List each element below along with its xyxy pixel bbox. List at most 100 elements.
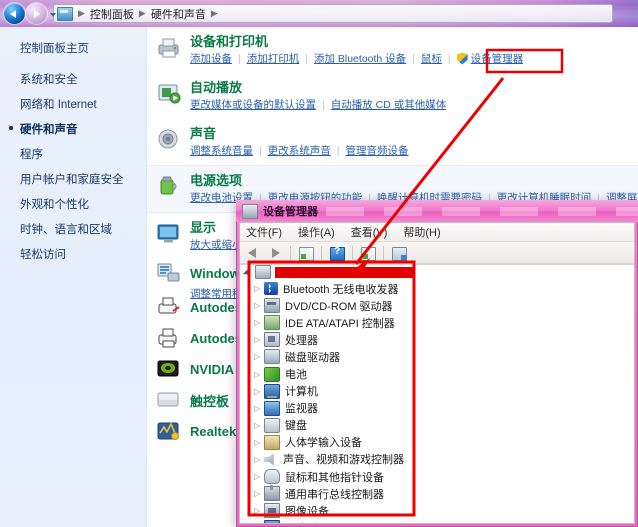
sidebar-item-home[interactable]: 控制面板主页 xyxy=(20,40,146,56)
expand-caret-icon[interactable]: ▷ xyxy=(254,455,263,464)
breadcrumb-separator-icon: ▶ xyxy=(78,8,85,18)
link-separator: | xyxy=(447,52,451,65)
tree-item-label: 监视器 xyxy=(285,403,318,416)
forward-button[interactable] xyxy=(26,3,47,24)
tree-item-usb-controllers[interactable]: ▷ 通用串行总线控制器 xyxy=(250,485,630,502)
applet-label: Realtek xyxy=(190,424,237,439)
tree-item-battery[interactable]: ▷ 电池 xyxy=(250,365,630,382)
menu-file[interactable]: 文件(F) xyxy=(246,224,282,240)
link-change-default-settings[interactable]: 更改媒体或设备的默认设置 xyxy=(190,97,316,112)
expand-caret-icon[interactable]: ▷ xyxy=(254,404,263,413)
expand-caret-icon[interactable]: ▷ xyxy=(254,318,263,327)
expand-caret-icon[interactable]: ▷ xyxy=(254,387,263,396)
link-zoom[interactable]: 放大或缩小 xyxy=(190,237,243,252)
menubar: 文件(F) 操作(A) 查看(V) 帮助(H) xyxy=(240,223,634,242)
link-adjust-volume[interactable]: 调整系统音量 xyxy=(190,143,253,158)
sound-icon xyxy=(264,453,274,466)
expand-caret-icon[interactable]: ▷ xyxy=(254,370,263,379)
expand-caret-icon[interactable]: ▷ xyxy=(254,301,263,310)
menu-action[interactable]: 操作(A) xyxy=(298,224,335,240)
link-add-printer[interactable]: 添加打印机 xyxy=(247,51,300,66)
link-manage-audio-devices[interactable]: 管理音频设备 xyxy=(345,143,408,158)
properties-icon[interactable] xyxy=(297,244,315,262)
toolbar xyxy=(240,242,634,264)
link-add-device[interactable]: 添加设备 xyxy=(190,51,232,66)
group-autoplay: 自动播放 更改媒体或设备的默认设置 | 自动播放 CD 或其他媒体 xyxy=(147,73,638,119)
device-manager-titlebar[interactable]: 设备管理器 xyxy=(236,200,638,222)
sidebar-item-ease-of-access[interactable]: 轻松访问 xyxy=(20,246,146,262)
help-icon[interactable] xyxy=(328,244,346,262)
update-driver-icon[interactable] xyxy=(359,244,377,262)
tree-item-disk-drives[interactable]: ▷ 磁盘驱动器 xyxy=(250,348,630,365)
tree-item-label: 网络适配器 xyxy=(285,520,340,524)
dvd-drive-icon xyxy=(264,298,280,314)
tree-item-label: 声音、视频和游戏控制器 xyxy=(283,454,404,467)
tree-root-node[interactable] xyxy=(240,265,634,279)
navigation-buttons xyxy=(4,3,56,24)
tree-item-hid[interactable]: ▷ 人体学输入设备 xyxy=(250,434,630,451)
scan-hardware-icon[interactable] xyxy=(390,244,408,262)
titlebar-buttons-area xyxy=(326,206,638,216)
tree-item-label: 处理器 xyxy=(285,334,318,347)
link-add-bluetooth-device[interactable]: 添加 Bluetooth 设备 xyxy=(314,51,406,66)
tree-item-ide-controller[interactable]: ▷ IDE ATA/ATAPI 控制器 xyxy=(250,314,630,331)
device-manager-client-area: 文件(F) 操作(A) 查看(V) 帮助(H) ? ▷ Bluetooth 无线… xyxy=(239,222,635,524)
expand-caret-icon[interactable]: ▷ xyxy=(254,284,263,293)
link-mouse[interactable]: 鼠标 xyxy=(421,51,442,66)
tree-item-dvd-cdrom[interactable]: ▷ DVD/CD-ROM 驱动器 xyxy=(250,297,630,314)
link-separator: | xyxy=(322,98,325,111)
tree-item-sound-video-game[interactable]: ▷ 声音、视频和游戏控制器 xyxy=(250,451,630,468)
link-separator: | xyxy=(412,52,415,65)
breadcrumb-item-hardware-sound[interactable]: 硬件和声音 xyxy=(151,6,206,22)
link-autoplay-cd[interactable]: 自动播放 CD 或其他媒体 xyxy=(331,97,447,112)
menu-help[interactable]: 帮助(H) xyxy=(403,224,440,240)
tree-item-imaging-devices[interactable]: ▷ 图像设备 xyxy=(250,502,630,519)
sidebar-item-appearance[interactable]: 外观和个性化 xyxy=(20,196,146,212)
expand-caret-icon[interactable]: ▷ xyxy=(254,352,263,361)
tree-item-keyboards[interactable]: ▷ 键盘 xyxy=(250,417,630,434)
computer-icon xyxy=(255,265,271,279)
group-title: 电源选项 xyxy=(190,173,243,188)
tree-item-bluetooth[interactable]: ▷ Bluetooth 无线电收发器 xyxy=(250,280,630,297)
tree-item-label: 通用串行总线控制器 xyxy=(285,488,384,501)
forward-icon[interactable] xyxy=(266,244,284,262)
address-bar[interactable]: ▶ 控制面板 ▶ 硬件和声音 ▶ xyxy=(53,4,613,23)
device-manager-title: 设备管理器 xyxy=(263,206,318,218)
link-change-system-sounds[interactable]: 更改系统声音 xyxy=(268,143,331,158)
link-separator: | xyxy=(238,52,241,65)
tree-item-label: 人体学输入设备 xyxy=(285,437,362,450)
back-button[interactable] xyxy=(4,3,25,24)
sidebar-item-system-security[interactable]: 系统和安全 xyxy=(20,71,146,87)
applet-label: Autodes xyxy=(190,331,242,346)
computer-icon xyxy=(264,383,280,399)
expand-caret-icon[interactable]: ▷ xyxy=(254,421,263,430)
tree-item-network-adapters[interactable]: ▷ 网络适配器 xyxy=(250,519,630,523)
link-device-manager[interactable]: 设备管理器 xyxy=(456,51,523,66)
expand-caret-icon[interactable]: ▷ xyxy=(254,335,263,344)
ide-controller-icon xyxy=(264,315,280,331)
sidebar-item-clock-language[interactable]: 时钟、语言和区域 xyxy=(20,221,146,237)
expand-caret-icon[interactable] xyxy=(244,268,253,277)
expand-caret-icon[interactable]: ▷ xyxy=(254,438,263,447)
autodesk-plot-icon xyxy=(156,295,182,320)
device-tree[interactable]: ▷ Bluetooth 无线电收发器 ▷ DVD/CD-ROM 驱动器 ▷ ID… xyxy=(240,264,634,523)
expand-caret-icon[interactable]: ▷ xyxy=(254,506,263,515)
tree-item-computer[interactable]: ▷ 计算机 xyxy=(250,383,630,400)
tree-item-mice[interactable]: ▷ 鼠标和其他指针设备 xyxy=(250,468,630,485)
sidebar-item-user-accounts[interactable]: 用户帐户和家庭安全 xyxy=(20,171,146,187)
expand-caret-icon[interactable]: ▷ xyxy=(254,472,263,481)
breadcrumb-item-control-panel[interactable]: 控制面板 xyxy=(90,6,134,22)
tree-item-monitors[interactable]: ▷ 监视器 xyxy=(250,400,630,417)
expand-caret-icon[interactable]: ▷ xyxy=(254,489,263,498)
group-links: 添加设备 | 添加打印机 | 添加 Bluetooth 设备 | 鼠标 | 设备… xyxy=(190,51,638,66)
tree-item-processor[interactable]: ▷ 处理器 xyxy=(250,331,630,348)
tree-item-label: 计算机 xyxy=(285,386,318,399)
power-icon xyxy=(156,174,182,199)
sidebar-item-hardware-sound[interactable]: 硬件和声音 xyxy=(9,121,146,137)
back-icon[interactable] xyxy=(245,244,263,262)
sidebar-item-programs[interactable]: 程序 xyxy=(20,146,146,162)
device-manager-window[interactable]: 设备管理器 文件(F) 操作(A) 查看(V) 帮助(H) ? ▷ Blueto… xyxy=(236,200,638,527)
menu-view[interactable]: 查看(V) xyxy=(351,224,388,240)
sidebar-item-network-internet[interactable]: 网络和 Internet xyxy=(20,96,146,112)
recent-pages-caret-icon[interactable] xyxy=(50,12,56,17)
